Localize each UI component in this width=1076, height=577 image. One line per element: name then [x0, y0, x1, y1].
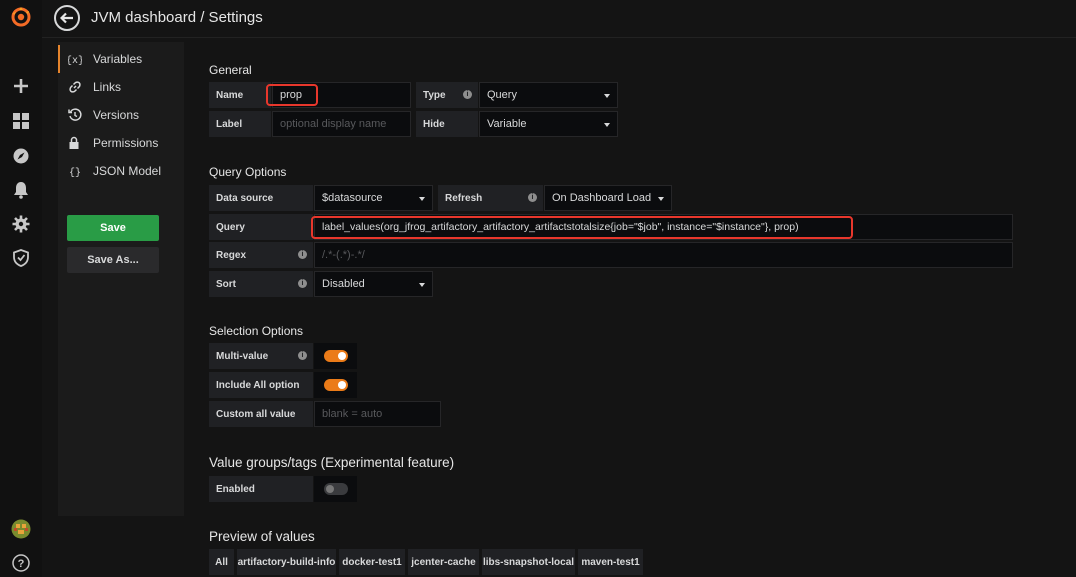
toggle-switch: [323, 350, 348, 362]
json-icon: {}: [68, 165, 86, 177]
preview-value: All: [209, 549, 234, 575]
section-title-selection-options: Selection Options: [209, 324, 304, 338]
menu-item-links[interactable]: Links: [68, 76, 121, 98]
svg-text:{}: {}: [69, 167, 81, 177]
section-title-preview: Preview of values: [209, 529, 315, 544]
dashboards-icon[interactable]: [0, 106, 42, 136]
refresh-select-value: On Dashboard Load: [552, 192, 652, 204]
info-icon: i: [528, 193, 537, 202]
menu-item-json-model[interactable]: {} JSON Model: [68, 160, 161, 182]
section-title-general: General: [209, 63, 252, 77]
caret-down-icon: [658, 197, 664, 201]
datasource-select-value: $datasource: [322, 192, 383, 204]
menu-item-label: Links: [93, 80, 122, 94]
preview-value: maven-test1: [578, 549, 643, 575]
svg-text:?: ?: [18, 558, 25, 570]
explore-icon[interactable]: [0, 141, 42, 171]
caret-down-icon: [419, 197, 425, 201]
preview-value: libs-snapshot-local: [482, 549, 575, 575]
refresh-label: Refresh i: [438, 185, 543, 211]
query-highlight: [311, 216, 853, 239]
menu-item-label: Permissions: [93, 136, 159, 150]
menu-item-permissions[interactable]: Permissions: [68, 132, 158, 154]
caret-down-icon: [604, 123, 610, 127]
sort-select-value: Disabled: [322, 278, 365, 290]
gear-icon[interactable]: [0, 209, 42, 239]
history-icon: [68, 108, 86, 122]
preview-value: artifactory-build-info: [237, 549, 336, 575]
help-icon[interactable]: ?: [0, 548, 42, 577]
active-indicator: [58, 45, 60, 73]
top-bar: JVM dashboard / Settings: [42, 0, 1076, 38]
save-button[interactable]: Save: [67, 215, 159, 241]
plus-icon[interactable]: [0, 71, 42, 101]
type-select[interactable]: Query: [479, 82, 618, 108]
lock-icon: [68, 136, 86, 150]
side-nav: ?: [0, 0, 42, 577]
arrow-left-icon: [60, 12, 73, 24]
datasource-select[interactable]: $datasource: [314, 185, 433, 211]
name-label: Name: [209, 82, 271, 108]
preview-value: jcenter-cache: [408, 549, 479, 575]
query-label: Query: [209, 214, 313, 240]
include-all-label: Include All option: [209, 372, 313, 398]
custom-all-label: Custom all value: [209, 401, 313, 427]
caret-down-icon: [419, 283, 425, 287]
toggle-switch: [323, 379, 348, 391]
multi-value-label: Multi-value i: [209, 343, 313, 369]
regex-input[interactable]: /.*-(.*)-.*/: [314, 242, 1013, 268]
hide-select-value: Variable: [487, 118, 527, 130]
hide-select[interactable]: Variable: [479, 111, 618, 137]
info-icon: i: [298, 351, 307, 360]
regex-label: Regex i: [209, 242, 313, 268]
grafana-logo[interactable]: [0, 2, 42, 32]
menu-item-label: Variables: [93, 52, 143, 66]
shield-icon[interactable]: [0, 243, 42, 273]
type-label: Type i: [416, 82, 478, 108]
toggle-switch: [323, 483, 348, 495]
menu-item-versions[interactable]: Versions: [68, 104, 139, 126]
menu-item-label: Versions: [93, 108, 140, 122]
bell-icon[interactable]: [0, 175, 42, 205]
regex-label-text: Regex: [216, 249, 247, 261]
variables-icon: {x}: [68, 53, 86, 65]
include-all-toggle[interactable]: [314, 372, 357, 398]
info-icon: i: [298, 250, 307, 259]
sort-label-text: Sort: [216, 278, 236, 290]
label-input[interactable]: optional display name: [272, 111, 411, 137]
multi-value-toggle[interactable]: [314, 343, 357, 369]
info-icon: i: [298, 279, 307, 288]
datasource-label: Data source: [209, 185, 313, 211]
custom-all-input[interactable]: blank = auto: [314, 401, 441, 427]
svg-text:{x}: {x}: [68, 55, 82, 65]
preview-value: docker-test1: [339, 549, 405, 575]
section-title-value-groups: Value groups/tags (Experimental feature): [209, 455, 455, 470]
section-title-query-options: Query Options: [209, 165, 287, 179]
save-as-button[interactable]: Save As...: [67, 247, 159, 273]
page-title: JVM dashboard / Settings: [91, 9, 263, 26]
settings-menu: {x} Variables Links Versions: [58, 42, 184, 516]
info-icon: i: [463, 90, 472, 99]
avatar[interactable]: [0, 514, 42, 544]
enabled-toggle[interactable]: [314, 476, 357, 502]
type-select-value: Query: [487, 89, 517, 101]
label-label: Label: [209, 111, 271, 137]
refresh-label-text: Refresh: [445, 192, 483, 204]
hide-label: Hide: [416, 111, 478, 137]
menu-item-label: JSON Model: [93, 164, 162, 178]
back-button[interactable]: [54, 5, 80, 31]
caret-down-icon: [604, 94, 610, 98]
multi-value-label-text: Multi-value: [216, 350, 269, 362]
sort-select[interactable]: Disabled: [314, 271, 433, 297]
name-highlight: [266, 84, 318, 106]
enabled-label: Enabled: [209, 476, 313, 502]
link-icon: [68, 80, 86, 94]
type-label-text: Type: [423, 89, 446, 101]
menu-item-variables[interactable]: {x} Variables: [68, 48, 142, 70]
refresh-select[interactable]: On Dashboard Load: [544, 185, 672, 211]
sort-label: Sort i: [209, 271, 313, 297]
